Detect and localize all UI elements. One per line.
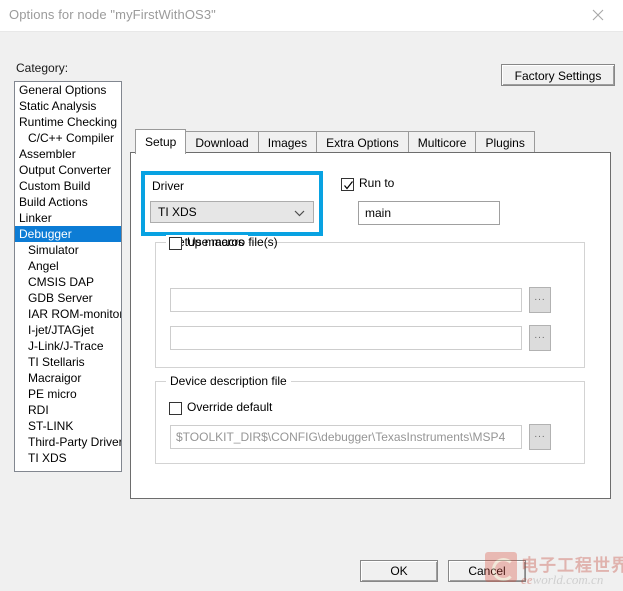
- category-item-pe-micro[interactable]: PE micro: [15, 386, 121, 402]
- driver-dropdown[interactable]: TI XDS: [150, 201, 314, 223]
- checkmark-icon: [344, 181, 353, 190]
- watermark-chinese-text: 电子工程世界: [521, 556, 623, 576]
- run-to-label: Run to: [359, 176, 395, 190]
- window-titlebar: Options for node "myFirstWithOS3": [0, 0, 623, 32]
- chevron-down-icon: [294, 210, 305, 217]
- factory-settings-button[interactable]: Factory Settings: [501, 64, 615, 86]
- use-macro-files-label: Use macro file(s): [187, 235, 278, 249]
- category-item-j-link-j-trace[interactable]: J-Link/J-Trace: [15, 338, 121, 354]
- category-item-gdb-server[interactable]: GDB Server: [15, 290, 121, 306]
- category-item-general-options[interactable]: General Options: [15, 82, 121, 98]
- ok-button[interactable]: OK: [360, 560, 438, 582]
- category-item-iar-rom-monitor[interactable]: IAR ROM-monitor: [15, 306, 121, 322]
- tab-setup[interactable]: Setup: [135, 129, 187, 154]
- tab-multicore[interactable]: Multicore: [407, 131, 477, 154]
- category-item-angel[interactable]: Angel: [15, 258, 121, 274]
- close-icon[interactable]: [577, 0, 623, 31]
- device-description-title: Device description file: [166, 374, 291, 388]
- use-macro-files-checkbox[interactable]: [169, 237, 182, 250]
- override-default-checkbox[interactable]: [169, 402, 182, 415]
- category-item-cmsis-dap[interactable]: CMSIS DAP: [15, 274, 121, 290]
- device-description-path: $TOOLKIT_DIR$\CONFIG\debugger\TexasInstr…: [170, 425, 522, 449]
- category-item-rdi[interactable]: RDI: [15, 402, 121, 418]
- device-description-browse-button[interactable]: ...: [529, 424, 551, 450]
- category-item-linker[interactable]: Linker: [15, 210, 121, 226]
- category-item-st-link[interactable]: ST-LINK: [15, 418, 121, 434]
- category-item-c-c-compiler[interactable]: C/C++ Compiler: [15, 130, 121, 146]
- category-item-assembler[interactable]: Assembler: [15, 146, 121, 162]
- close-glyph: [592, 9, 604, 21]
- macro-file-input-2[interactable]: [170, 326, 522, 350]
- category-item-debugger[interactable]: Debugger: [15, 226, 121, 242]
- window-title: Options for node "myFirstWithOS3": [9, 7, 216, 22]
- category-label: Category:: [16, 61, 69, 75]
- category-item-i-jet-jtagjet[interactable]: I-jet/JTAGjet: [15, 322, 121, 338]
- category-item-static-analysis[interactable]: Static Analysis: [15, 98, 121, 114]
- tab-strip[interactable]: Setup Download Images Extra Options Multicor…: [135, 129, 535, 154]
- tab-extra-options[interactable]: Extra Options: [316, 131, 409, 154]
- watermark-domain-text: eeworld.com.cn: [521, 572, 603, 588]
- category-list[interactable]: General Options Static Analysis Runtime Ch…: [14, 81, 122, 472]
- macro-file-browse-button-1[interactable]: ...: [529, 287, 551, 313]
- driver-label: Driver: [152, 179, 184, 193]
- macro-file-input-1[interactable]: [170, 288, 522, 312]
- cancel-button[interactable]: Cancel: [448, 560, 526, 582]
- device-description-group: Device description file: [155, 374, 585, 464]
- category-item-macraigor[interactable]: Macraigor: [15, 370, 121, 386]
- tab-images[interactable]: Images: [257, 131, 318, 154]
- watermark-domain-suffix: world.com.cn: [532, 572, 604, 587]
- category-item-output-converter[interactable]: Output Converter: [15, 162, 121, 178]
- category-item-third-party-driver[interactable]: Third-Party Driver: [15, 434, 121, 450]
- override-default-label: Override default: [187, 400, 273, 414]
- run-to-checkbox[interactable]: [341, 178, 354, 191]
- macro-file-browse-button-2[interactable]: ...: [529, 325, 551, 351]
- driver-selected-value: TI XDS: [158, 205, 197, 219]
- run-to-input[interactable]: [358, 201, 500, 225]
- tab-download[interactable]: Download: [185, 131, 259, 154]
- category-item-build-actions[interactable]: Build Actions: [15, 194, 121, 210]
- tab-plugins[interactable]: Plugins: [475, 131, 535, 154]
- category-item-ti-stellaris[interactable]: TI Stellaris: [15, 354, 121, 370]
- category-item-runtime-checking[interactable]: Runtime Checking: [15, 114, 121, 130]
- category-item-custom-build[interactable]: Custom Build: [15, 178, 121, 194]
- category-item-simulator[interactable]: Simulator: [15, 242, 121, 258]
- category-item-ti-xds[interactable]: TI XDS: [15, 450, 121, 466]
